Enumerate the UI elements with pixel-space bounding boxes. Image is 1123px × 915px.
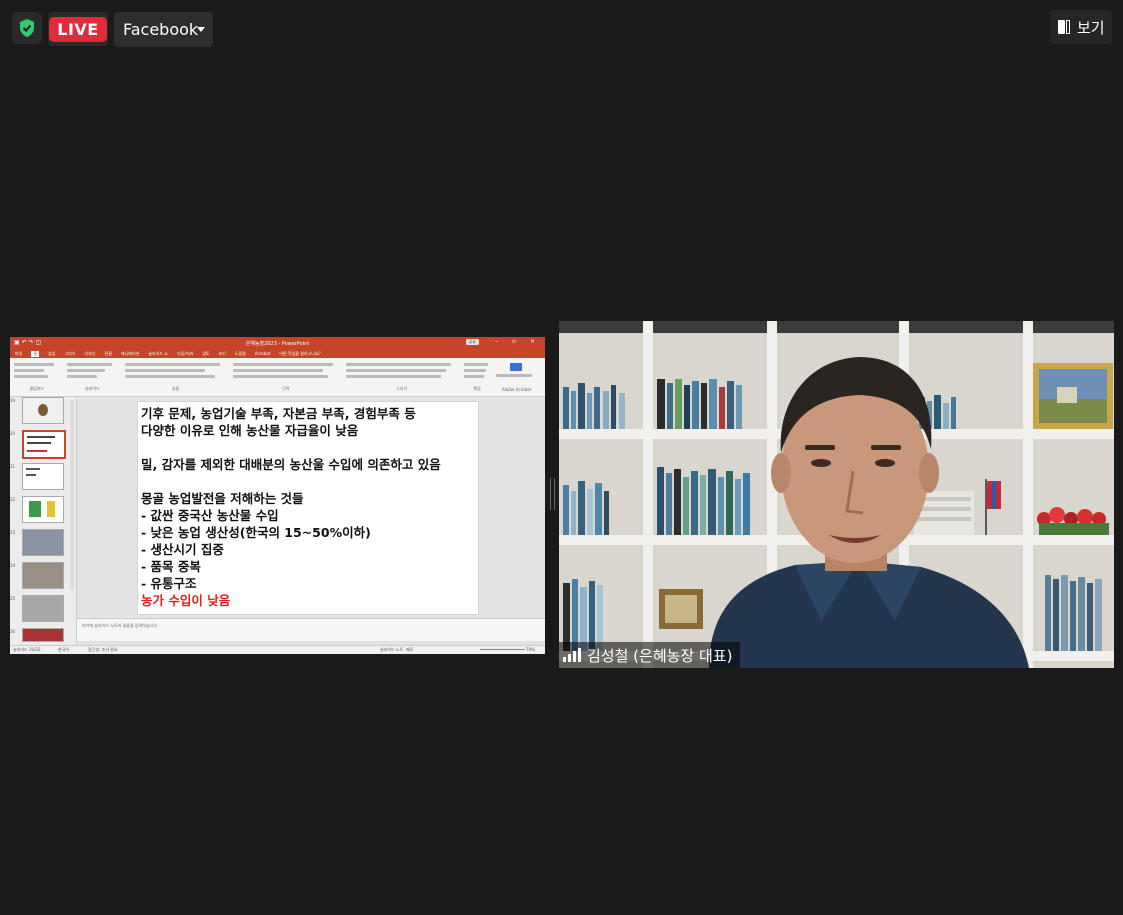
- thumbnail-number: 20: [10, 431, 16, 436]
- security-shield-icon[interactable]: [12, 12, 42, 44]
- ribbon-tab[interactable]: 전환: [105, 351, 112, 357]
- platform-selected-label: Facebook: [123, 20, 199, 39]
- powerpoint-window-title: 은혜농장2023 - PowerPoint: [245, 340, 310, 347]
- powerpoint-workspace: 19 20 21 22 23 24 25 26 기후 문제, 농업기술 부족, …: [10, 397, 545, 654]
- ribbon-tab-home[interactable]: 홈: [31, 350, 40, 357]
- slide-text-line: 밀, 감자를 제외한 대배분의 농산울 수입에 의존하고 있음: [141, 457, 441, 472]
- thumbnail-number: 26: [10, 629, 16, 634]
- status-language: 한국어: [58, 647, 70, 652]
- participant-video-tile[interactable]: 김성철 (은혜농장 대표): [559, 321, 1114, 668]
- live-indicator: LIVE: [48, 12, 108, 46]
- ribbon-tab[interactable]: 삽입: [48, 351, 55, 357]
- ribbon-group-acrobat[interactable]: Adobe Acrobat: [494, 360, 539, 392]
- status-comments-button[interactable]: 메모: [406, 647, 413, 653]
- chevron-down-icon: [197, 27, 205, 32]
- powerpoint-statusbar: 슬라이드 20/32 한국어 접근성: 조사 필요 슬라이드 노트 메모 79%: [10, 645, 545, 654]
- slide-thumbnail-pane: 19 20 21 22 23 24 25 26: [10, 397, 77, 649]
- ribbon-group-editing[interactable]: 편집: [462, 360, 492, 392]
- ribbon-tab[interactable]: 도움말: [235, 351, 246, 357]
- share-button[interactable]: 공유: [465, 339, 479, 345]
- tell-me-search[interactable]: 어떤 작업을 원하시나요?: [279, 351, 320, 357]
- slide-text-highlight: 농가 수입이 낮음: [141, 593, 231, 608]
- ribbon-group-slides[interactable]: 슬라이드: [65, 360, 120, 392]
- ribbon-tab[interactable]: Acrobat: [255, 351, 270, 356]
- screen-share-tile[interactable]: ▣ ↶ ↷ ◫ 은혜농장2023 - PowerPoint 공유 – ▫ × 파…: [10, 337, 545, 654]
- participant-name-label: 김성철 (은혜농장 대표): [559, 642, 741, 668]
- ribbon-group-clipboard[interactable]: 클립보드: [12, 360, 62, 392]
- ribbon-group-font[interactable]: 글꼴: [123, 360, 228, 392]
- thumbnail-number: 21: [10, 464, 16, 469]
- participant-name: 김성철 (은혜농장 대표): [587, 646, 733, 665]
- thumbnail-number: 23: [10, 530, 16, 535]
- thumbnail-number: 24: [10, 563, 16, 568]
- ribbon-group-paragraph[interactable]: 단락: [231, 360, 341, 392]
- slide-thumbnail[interactable]: [22, 562, 64, 589]
- thumbnail-scrollbar[interactable]: [70, 400, 74, 590]
- slide-thumbnail[interactable]: [22, 397, 64, 424]
- status-zoom[interactable]: 79%: [526, 647, 535, 652]
- slide-thumbnail[interactable]: [22, 463, 64, 490]
- ribbon-tab[interactable]: 디자인: [84, 351, 95, 357]
- ribbon-tab[interactable]: 파일: [15, 351, 22, 357]
- ribbon-tab[interactable]: 슬라이드 쇼: [148, 351, 168, 357]
- status-slide-count: 슬라이드 20/32: [13, 647, 41, 652]
- signal-strength-icon: [563, 648, 581, 662]
- window-controls[interactable]: – ▫ ×: [495, 338, 541, 345]
- live-badge: LIVE: [49, 16, 107, 42]
- thumbnail-number: 19: [10, 398, 16, 403]
- slide-thumbnail[interactable]: [22, 529, 64, 556]
- slide-thumbnail[interactable]: [22, 496, 64, 523]
- view-button-label: 보기: [1077, 18, 1105, 37]
- slide-thumbnail[interactable]: [22, 628, 64, 642]
- tile-resize-handle[interactable]: [550, 478, 555, 510]
- view-layout-icon: [1058, 20, 1071, 34]
- ribbon-tab[interactable]: 애니메이션: [121, 351, 139, 357]
- slide-thumbnail-active[interactable]: [22, 430, 66, 459]
- platform-dropdown[interactable]: Facebook: [114, 12, 213, 47]
- thumbnail-number: 25: [10, 596, 16, 601]
- participant-video-feed: [559, 321, 1114, 668]
- ribbon-tab[interactable]: 검토: [202, 351, 209, 357]
- ribbon-tab[interactable]: 보기: [218, 351, 225, 357]
- ribbon-group-drawing[interactable]: 그리기: [344, 360, 459, 392]
- ribbon-tab[interactable]: 녹음/녹화: [177, 351, 193, 357]
- view-button[interactable]: 보기: [1050, 10, 1112, 44]
- ribbon-tabs: 파일 홈 삽입 그리기 디자인 전환 애니메이션 슬라이드 쇼 녹음/녹화 검토…: [10, 349, 545, 358]
- slide-thumbnail[interactable]: [22, 595, 64, 622]
- status-accessibility[interactable]: 접근성: 조사 필요: [88, 647, 118, 653]
- quick-access-icons: ▣ ↶ ↷ ◫: [14, 339, 42, 346]
- ribbon-tab[interactable]: 그리기: [64, 351, 75, 357]
- powerpoint-titlebar: ▣ ↶ ↷ ◫ 은혜농장2023 - PowerPoint 공유 – ▫ ×: [10, 337, 545, 349]
- speaker-notes-field[interactable]: 여기에 슬라이드 노트의 내용을 입력하십시오: [77, 618, 545, 641]
- status-notes-button[interactable]: 슬라이드 노트: [380, 647, 403, 653]
- ribbon-toolbar: 클립보드 슬라이드 글꼴 단락 그리기 편집 Adobe Acrobat: [10, 358, 545, 397]
- slide-text-line: 다양한 이유로 인해 농산물 자급율이 낮음: [141, 423, 359, 438]
- zoom-slider[interactable]: [480, 649, 525, 650]
- thumbnail-number: 22: [10, 497, 16, 502]
- slide-canvas[interactable]: 기후 문제, 농업기술 부족, 자본금 부족, 경험부족 등 다양한 이유로 인…: [138, 402, 478, 614]
